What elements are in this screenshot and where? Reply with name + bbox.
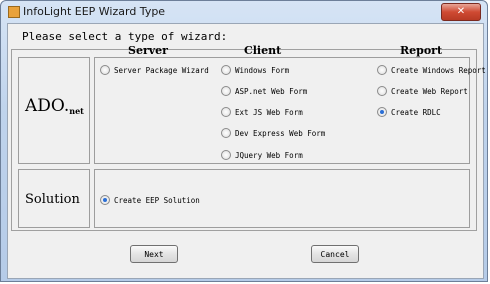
close-button[interactable]: ✕ xyxy=(441,3,481,21)
solution-row-label: Solution xyxy=(25,192,80,207)
radio-button-selected[interactable] xyxy=(100,195,110,205)
dialog-body: Please select a type of wizard: Server C… xyxy=(7,23,486,279)
option-jquery-web-form[interactable]: JQuery Web Form xyxy=(221,148,303,162)
option-label: Server Package Wizard xyxy=(114,65,209,75)
option-label: Dev Express Web Form xyxy=(235,128,326,138)
radio-button[interactable] xyxy=(221,86,231,96)
option-label: Create RDLC xyxy=(391,107,441,117)
close-icon: ✕ xyxy=(456,6,466,17)
option-label: Create Web Report xyxy=(391,86,468,96)
option-label: Create EEP Solution xyxy=(114,195,200,205)
radio-button[interactable] xyxy=(221,128,231,138)
wizard-window: InfoLight EEP Wizard Type ✕ Please selec… xyxy=(0,0,488,282)
header-report: Report xyxy=(400,44,443,57)
radio-button[interactable] xyxy=(221,150,231,160)
prompt-text: Please select a type of wizard: xyxy=(22,30,228,43)
option-label: Windows Form xyxy=(235,65,290,75)
app-icon xyxy=(8,6,20,18)
ado-options-box: Server Package Wizard Windows Form ASP.n… xyxy=(94,57,486,164)
option-create-web-report[interactable]: Create Web Report xyxy=(377,84,468,98)
radio-button[interactable] xyxy=(100,65,110,75)
header-server: Server xyxy=(128,44,168,57)
option-create-rdlc[interactable]: Create RDLC xyxy=(377,105,441,119)
option-server-package-wizard[interactable]: Server Package Wizard xyxy=(100,63,209,77)
next-button[interactable]: Next xyxy=(130,245,178,263)
solution-options-box: Create EEP Solution xyxy=(94,169,470,228)
cancel-button[interactable]: Cancel xyxy=(311,245,359,263)
option-label: ASP.net Web Form xyxy=(235,86,308,96)
radio-button[interactable] xyxy=(377,86,387,96)
radio-button-selected[interactable] xyxy=(377,107,387,117)
wizard-group: Server Client Report ADO.net Server Pack… xyxy=(11,44,486,231)
option-label: JQuery Web Form xyxy=(235,150,303,160)
ado-label-text: ADO. xyxy=(25,96,70,116)
ado-label-sub: net xyxy=(69,106,84,116)
option-extjs-web-form[interactable]: Ext JS Web Form xyxy=(221,105,303,119)
radio-button[interactable] xyxy=(377,65,387,75)
option-create-eep-solution[interactable]: Create EEP Solution xyxy=(100,193,200,207)
ado-row-label-box: ADO.net xyxy=(18,57,90,164)
option-devexpress-web-form[interactable]: Dev Express Web Form xyxy=(221,126,325,140)
option-aspnet-web-form[interactable]: ASP.net Web Form xyxy=(221,84,307,98)
option-windows-form[interactable]: Windows Form xyxy=(221,63,289,77)
window-title: InfoLight EEP Wizard Type xyxy=(23,5,166,18)
radio-button[interactable] xyxy=(221,107,231,117)
ado-row-label: ADO.net xyxy=(25,96,84,116)
option-label: Ext JS Web Form xyxy=(235,107,303,117)
title-bar[interactable]: InfoLight EEP Wizard Type ✕ xyxy=(1,1,487,23)
header-client: Client xyxy=(244,44,282,57)
option-create-windows-report[interactable]: Create Windows Report xyxy=(377,63,486,77)
solution-row-label-box: Solution xyxy=(18,169,90,228)
option-label: Create Windows Report xyxy=(391,65,486,75)
radio-button[interactable] xyxy=(221,65,231,75)
